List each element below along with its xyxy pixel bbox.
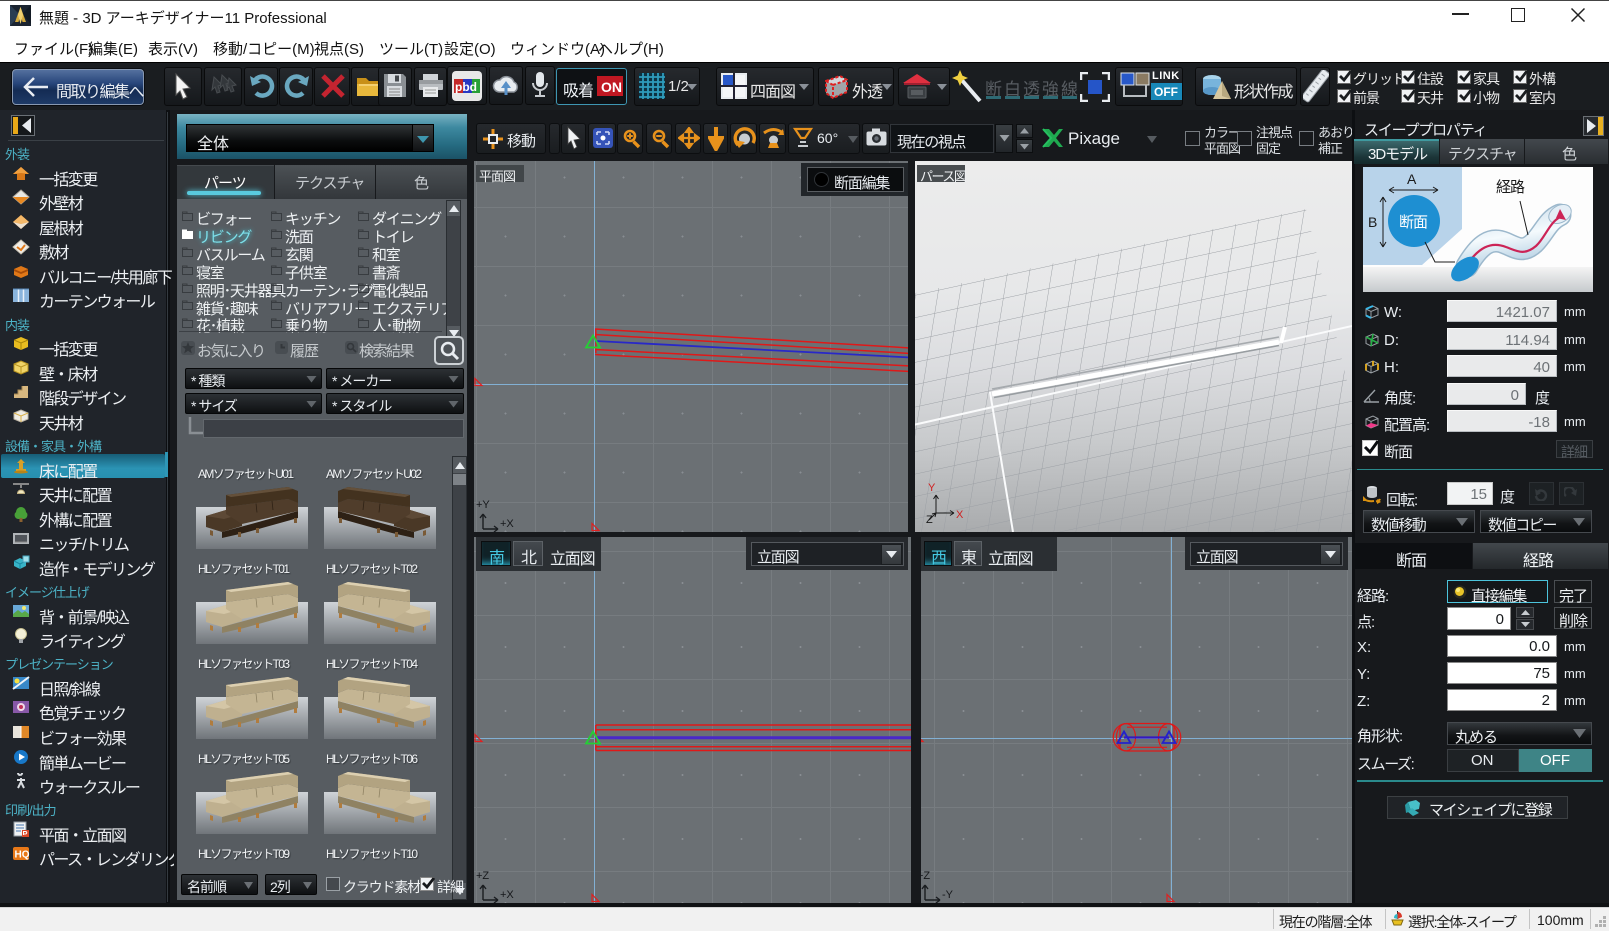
svg-text:B: B <box>1368 214 1377 230</box>
svg-text:+X: +X <box>500 518 514 530</box>
svg-text:X: X <box>956 509 964 521</box>
svg-text:断面: 断面 <box>1399 214 1428 231</box>
svg-text:-Y: -Y <box>942 889 954 901</box>
svg-text:Z: Z <box>926 514 933 526</box>
svg-text:Y: Y <box>928 482 936 494</box>
svg-text:+Y: +Y <box>476 499 490 511</box>
svg-text:pbd: pbd <box>455 80 477 94</box>
svg-text:+X: +X <box>500 889 514 901</box>
svg-text:+Z: +Z <box>476 870 489 882</box>
svg-text:HQ: HQ <box>15 850 30 861</box>
svg-text:経路: 経路 <box>1496 179 1525 196</box>
svg-text:A: A <box>1407 171 1417 187</box>
